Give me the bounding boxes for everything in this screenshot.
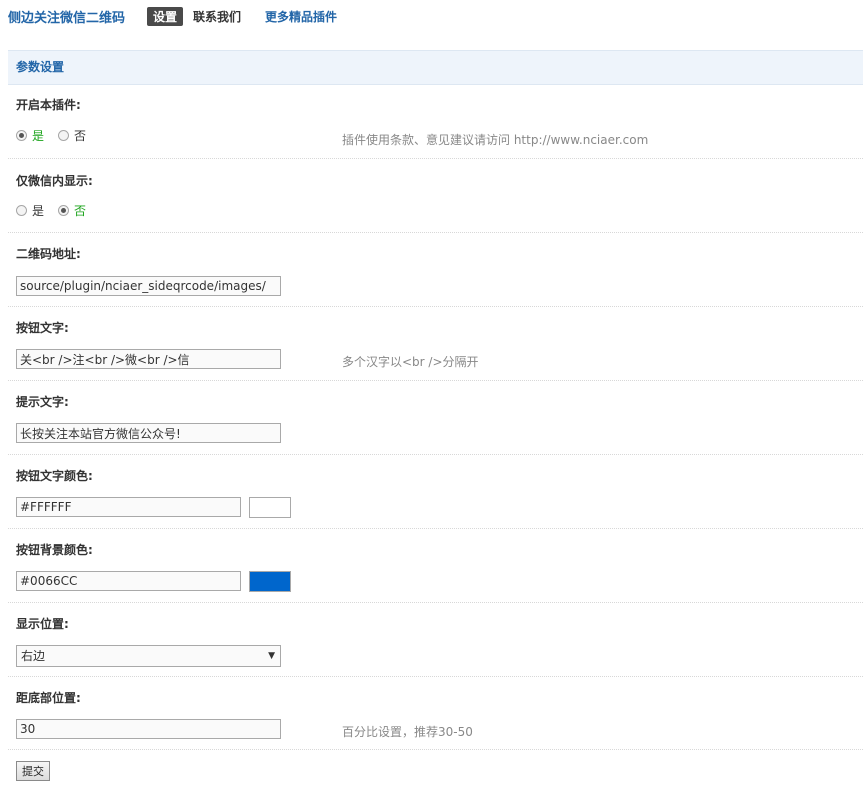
field-label: 距底部位置: [16,691,81,705]
enable-yes-radio[interactable] [16,130,27,141]
position-selected-value: 右边 [21,649,46,663]
enable-yes-label[interactable]: 是 [32,127,44,144]
bottom-offset-input[interactable] [16,719,281,739]
enable-no-radio[interactable] [58,130,70,141]
qrcode-url-input[interactable] [16,276,281,296]
divider [8,602,863,603]
row-button-bg-color: 按钮背景颜色: [8,530,863,603]
field-label: 显示位置: [16,617,69,631]
button-text-input[interactable] [16,349,281,369]
tip-text-input[interactable] [16,423,281,443]
row-bottom-offset: 距底部位置: 百分比设置，推荐30-50 [8,678,863,750]
field-label: 按钮文字: [16,321,69,335]
row-button-text: 按钮文字: 多个汉字以<br />分隔开 [8,308,863,381]
enable-hint: 插件使用条款、意见建议请访问 http://www.nciaer.com [342,133,649,147]
divider [8,528,863,529]
wechat-only-yes-radio[interactable] [16,205,27,216]
tab-more-plugins[interactable]: 更多精品插件 [265,8,337,25]
wechat-only-radio-group: 是 否 [16,202,100,219]
wechat-only-no-label[interactable]: 否 [74,202,86,219]
row-position: 显示位置: 右边 ▼ [8,604,863,677]
chevron-down-icon: ▼ [268,651,275,661]
button-text-color-swatch[interactable] [249,497,291,518]
divider [8,454,863,455]
enable-radio-group: 是 否 [16,127,100,144]
plugin-title: 侧边关注微信二维码 [8,10,126,26]
wechat-only-yes-label[interactable]: 是 [32,202,44,219]
field-label: 仅微信内显示: [16,174,93,188]
field-label: 按钮文字颜色: [16,469,93,483]
row-enable: 开启本插件: 是 否 插件使用条款、意见建议请访问 http://www.nci… [8,86,863,159]
enable-no-label[interactable]: 否 [74,127,86,144]
row-qrcode-url: 二维码地址: [8,234,863,307]
bottom-offset-hint: 百分比设置，推荐30-50 [342,725,473,739]
button-text-hint: 多个汉字以<br />分隔开 [342,355,479,369]
section-header: 参数设置 [8,50,863,85]
divider [8,380,863,381]
position-select[interactable]: 右边 ▼ [16,645,281,667]
field-label: 按钮背景颜色: [16,543,93,557]
divider [8,158,863,159]
top-nav: 侧边关注微信二维码 设置 联系我们 更多精品插件 [8,6,337,26]
divider [8,676,863,677]
tab-contact[interactable]: 联系我们 [193,8,241,25]
field-label: 提示文字: [16,395,69,409]
button-text-color-input[interactable] [16,497,241,517]
field-label: 二维码地址: [16,247,81,261]
row-button-text-color: 按钮文字颜色: [8,456,863,529]
row-tip-text: 提示文字: [8,382,863,455]
tab-settings[interactable]: 设置 [147,6,184,26]
divider [8,232,863,233]
button-bg-color-swatch[interactable] [249,571,291,592]
wechat-only-no-radio[interactable] [58,205,70,216]
button-bg-color-input[interactable] [16,571,241,591]
divider [8,306,863,307]
row-wechat-only: 仅微信内显示: 是 否 [8,160,863,233]
field-label: 开启本插件: [16,98,81,112]
submit-button[interactable]: 提交 [16,761,50,781]
divider [8,749,863,750]
